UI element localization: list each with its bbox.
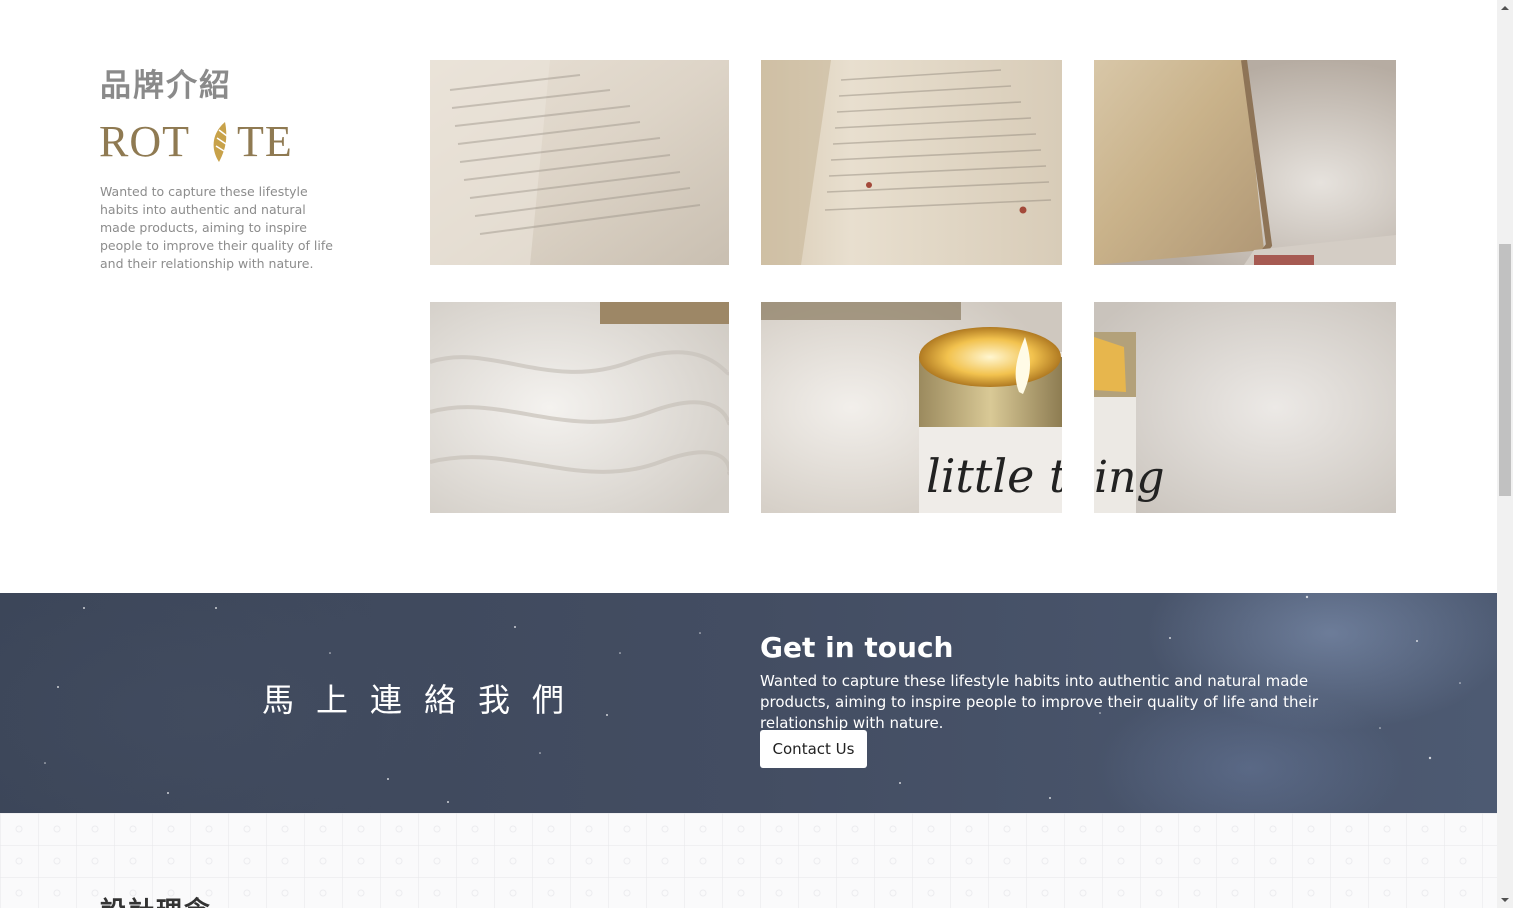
book-on-fur-photo (1094, 60, 1396, 265)
open-book-photo-2 (761, 60, 1062, 265)
brand-description: Wanted to capture these lifestyle habits… (100, 184, 333, 271)
page: 品牌介紹 ROT TE Wanted to capture these life… (0, 0, 1497, 908)
contact-section: 馬上連絡我們 Get in touch Wanted to capture th… (0, 593, 1497, 813)
design-concept-section: 設計理念 (0, 813, 1497, 908)
candle-photo: little t (761, 302, 1062, 513)
svg-text:TE: TE (237, 117, 293, 164)
svg-text:little t: little t (926, 449, 1062, 503)
candle-edge-photo: ing (1094, 302, 1396, 513)
brand-title: 品牌介紹 (100, 68, 232, 104)
rotate-logo: ROT TE (99, 117, 293, 164)
scrollbar-thumb[interactable] (1499, 244, 1511, 496)
scroll-up-arrow-icon[interactable] (1497, 0, 1513, 16)
contact-heading: Get in touch (760, 631, 954, 664)
contact-description: Wanted to capture these lifestyle habits… (760, 672, 1319, 732)
open-book-photo-1 (430, 60, 729, 265)
svg-text:ROT: ROT (99, 117, 190, 164)
vertical-scrollbar[interactable] (1497, 0, 1513, 908)
fur-blanket-photo (430, 302, 729, 513)
svg-text:ing: ing (1094, 452, 1165, 503)
grid-pattern-background (0, 813, 1497, 908)
brand-section: 品牌介紹 ROT TE Wanted to capture these life… (0, 0, 1497, 593)
scroll-down-arrow-icon[interactable] (1497, 892, 1513, 908)
design-concept-title: 設計理念 (100, 891, 212, 908)
contact-us-button[interactable]: Contact Us (760, 730, 867, 768)
contact-chinese-title: 馬上連絡我們 (262, 681, 587, 719)
